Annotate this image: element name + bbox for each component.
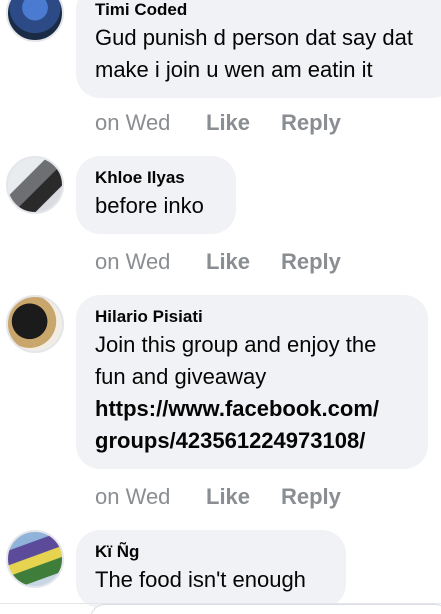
comment-actions: on Wed Like Reply <box>95 110 341 136</box>
like-button[interactable]: Like <box>206 110 281 136</box>
comment-author[interactable]: Timi Coded <box>95 0 438 20</box>
reply-button[interactable]: Reply <box>281 249 341 275</box>
comment-actions: on Wed Like Reply <box>95 484 341 510</box>
comment-author[interactable]: Khloe Ilyas <box>95 168 218 188</box>
comment-bubble: Kï Ñg The food isn't enough <box>76 530 346 608</box>
comment-bubble: Timi Coded Gud punish d person dat say d… <box>76 0 441 98</box>
avatar[interactable] <box>6 530 64 588</box>
comment-text: before inko <box>95 193 204 218</box>
comment-text: Gud punish d person dat say dat make i j… <box>95 25 413 82</box>
comment-actions: on Wed Like Reply <box>95 249 341 275</box>
comment-time[interactable]: on Wed <box>95 110 206 136</box>
avatar[interactable] <box>6 156 64 214</box>
group-link[interactable]: https://www.facebook.com/ <box>95 393 410 425</box>
comment-bubble: Hilario Pisiati Join this group and enjo… <box>76 295 428 469</box>
like-button[interactable]: Like <box>206 249 281 275</box>
avatar[interactable] <box>6 0 64 42</box>
like-button[interactable]: Like <box>206 484 281 510</box>
reply-button[interactable]: Reply <box>281 484 341 510</box>
avatar[interactable] <box>6 295 64 353</box>
reply-button[interactable]: Reply <box>281 110 341 136</box>
comment-text: Join this group and enjoy the fun and gi… <box>95 329 410 457</box>
comment-author[interactable]: Kï Ñg <box>95 542 328 562</box>
comment-bubble: Khloe Ilyas before inko <box>76 156 236 234</box>
group-link[interactable]: groups/423561224973108/ <box>95 425 410 457</box>
comment-time[interactable]: on Wed <box>95 249 206 275</box>
comment-text: The food isn't enough <box>95 567 306 592</box>
comment-author[interactable]: Hilario Pisiati <box>95 307 410 327</box>
comment-input[interactable] <box>90 604 441 614</box>
comment-time[interactable]: on Wed <box>95 484 206 510</box>
